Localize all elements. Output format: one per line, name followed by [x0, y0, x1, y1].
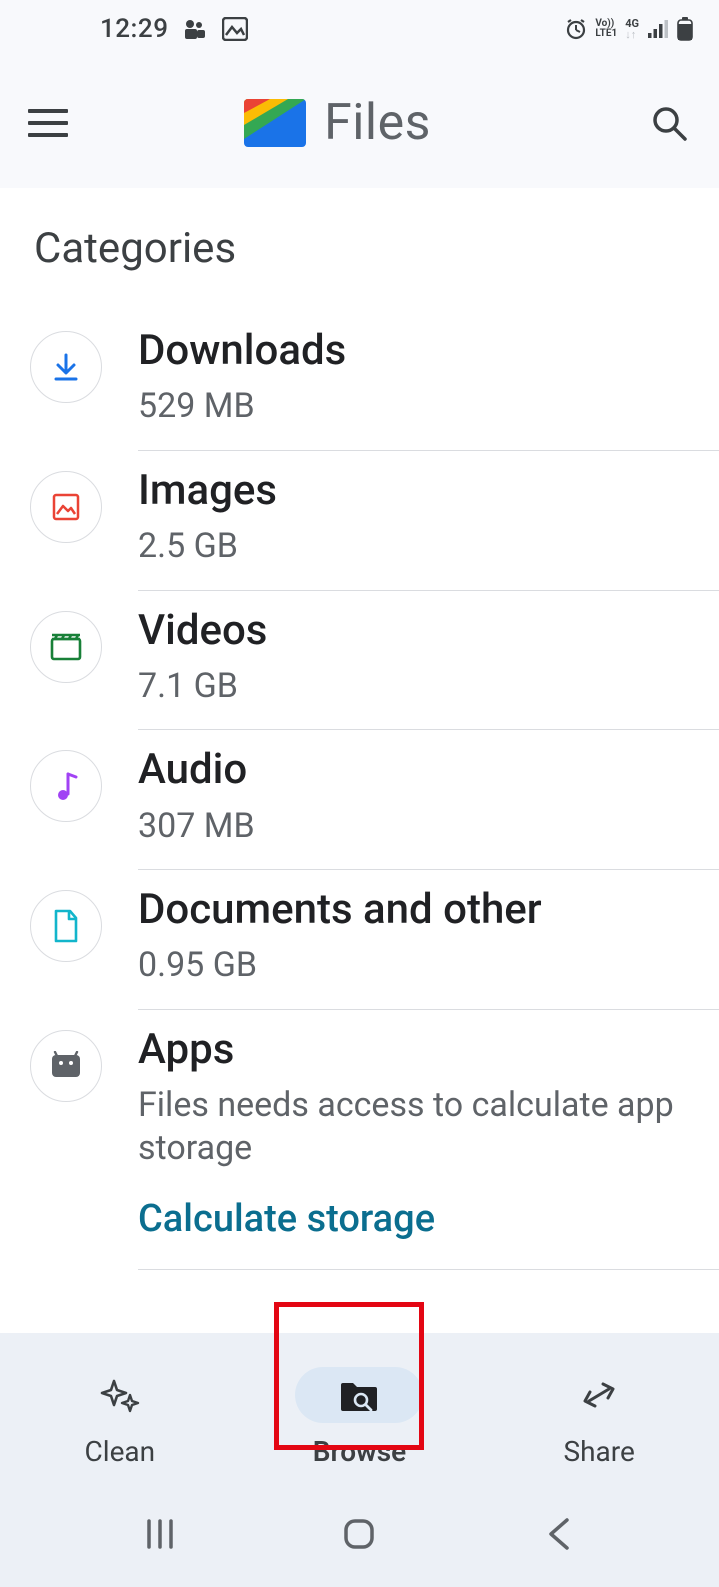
share-icon: [575, 1375, 623, 1415]
image-icon: [30, 471, 102, 543]
nav-label: Browse: [313, 1435, 406, 1468]
files-logo-icon: [244, 99, 306, 147]
category-name: Audio: [138, 746, 685, 794]
category-name: Documents and other: [138, 886, 685, 934]
browse-folder-icon: [335, 1375, 383, 1415]
download-icon: [30, 331, 102, 403]
nav-clean[interactable]: Clean: [30, 1361, 210, 1474]
category-images[interactable]: Images 2.5 GB: [30, 451, 719, 591]
category-videos[interactable]: Videos 7.1 GB: [30, 591, 719, 731]
top-app-bar: Files: [0, 58, 719, 188]
system-nav: [0, 1491, 719, 1587]
status-right-icons: Vo))LTE1 4G↓↑: [565, 17, 693, 41]
status-bar: 12:29 Vo))LTE1 4G↓↑: [0, 0, 719, 58]
document-icon: [30, 890, 102, 962]
teams-icon: [182, 18, 208, 40]
category-size: 0.95 GB: [138, 944, 685, 987]
app-title-wrap: Files: [28, 94, 647, 152]
nav-share[interactable]: Share: [509, 1361, 689, 1474]
search-button[interactable]: [647, 101, 691, 145]
home-button[interactable]: [329, 1504, 389, 1564]
category-name: Videos: [138, 607, 685, 655]
categories-heading: Categories: [0, 206, 719, 311]
status-clock: 12:29: [100, 14, 168, 44]
apps-icon: [30, 1030, 102, 1102]
nav-label: Clean: [85, 1435, 156, 1468]
category-name: Images: [138, 467, 685, 515]
volte-icon: Vo))LTE1: [595, 19, 617, 39]
category-size: 7.1 GB: [138, 665, 685, 708]
app-title: Files: [324, 94, 431, 152]
category-apps[interactable]: Apps Files needs access to calculate app…: [30, 1010, 719, 1270]
video-icon: [30, 611, 102, 683]
category-audio[interactable]: Audio 307 MB: [30, 730, 719, 870]
network-4g-icon: 4G↓↑: [625, 18, 639, 40]
bottom-area: Clean Browse: [0, 1333, 719, 1587]
category-size: 307 MB: [138, 805, 685, 848]
content-area: Categories Downloads 529 MB Images 2.5 G…: [0, 188, 719, 1270]
calculate-storage-link[interactable]: Calculate storage: [138, 1197, 435, 1247]
category-documents[interactable]: Documents and other 0.95 GB: [30, 870, 719, 1010]
nav-label: Share: [563, 1435, 634, 1468]
category-downloads[interactable]: Downloads 529 MB: [30, 311, 719, 451]
sparkle-icon: [96, 1371, 144, 1419]
category-size: 2.5 GB: [138, 525, 685, 568]
nav-browse[interactable]: Browse: [269, 1361, 449, 1474]
alarm-icon: [565, 18, 587, 40]
signal-icon: [647, 19, 669, 39]
category-name: Apps: [138, 1026, 685, 1074]
gallery-icon: [222, 17, 248, 41]
category-sub: Files needs access to calculate app stor…: [138, 1084, 685, 1169]
category-name: Downloads: [138, 327, 685, 375]
recents-button[interactable]: [130, 1504, 190, 1564]
categories-list: Downloads 529 MB Images 2.5 GB Video: [0, 311, 719, 1270]
audio-icon: [30, 750, 102, 822]
category-size: 529 MB: [138, 385, 685, 428]
bottom-nav: Clean Browse: [0, 1333, 719, 1491]
back-button[interactable]: [529, 1504, 589, 1564]
battery-icon: [677, 17, 693, 41]
